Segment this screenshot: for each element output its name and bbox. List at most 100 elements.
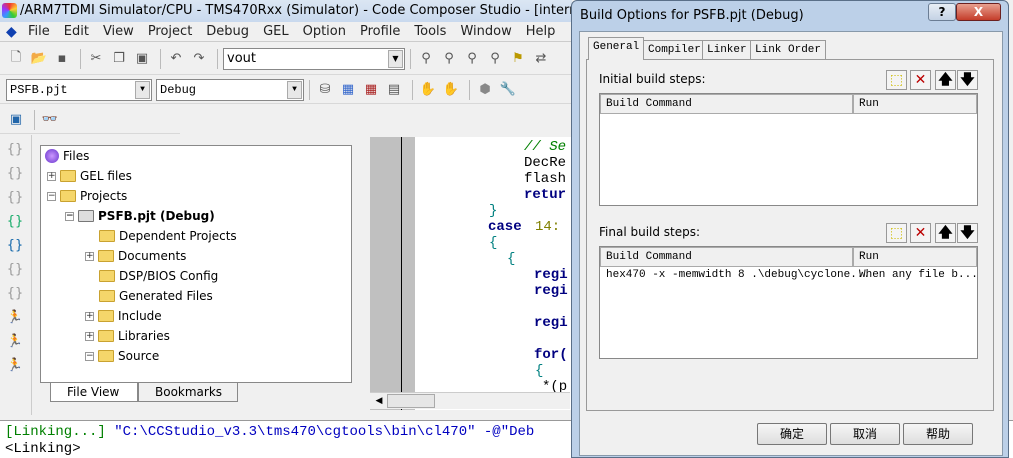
menu-help[interactable]: Help bbox=[526, 24, 556, 39]
animate-icon[interactable]: 🏃 bbox=[5, 355, 25, 375]
collapse-icon[interactable]: − bbox=[85, 351, 94, 361]
chevron-down-icon[interactable]: ▼ bbox=[135, 80, 150, 99]
build-options-icon[interactable]: 🔧 bbox=[498, 80, 518, 100]
column-header-command[interactable]: Build Command bbox=[600, 247, 853, 267]
tab-compiler[interactable]: Compiler bbox=[643, 40, 706, 59]
find-replace-icon[interactable]: ⚲ bbox=[462, 49, 482, 69]
tree-item-dspbios-config[interactable]: DSP/BIOS Config bbox=[99, 266, 218, 286]
copy-icon[interactable]: ❐ bbox=[109, 49, 129, 69]
project-select[interactable]: PSFB.pjt ▼ bbox=[6, 78, 152, 101]
delete-step-icon[interactable]: ✕ bbox=[910, 70, 931, 90]
expand-icon[interactable]: + bbox=[85, 331, 94, 341]
asm-step-into-icon[interactable]: {} bbox=[5, 259, 25, 279]
expand-icon[interactable]: + bbox=[47, 171, 56, 181]
find-prev-icon[interactable]: ⚲ bbox=[439, 49, 459, 69]
column-header-run[interactable]: Run bbox=[853, 247, 977, 267]
collapse-icon[interactable]: − bbox=[65, 211, 74, 221]
chevron-down-icon[interactable]: ▼ bbox=[287, 80, 302, 99]
asm-step-over-icon[interactable]: {} bbox=[5, 283, 25, 303]
bookmark-find-icon[interactable]: ⚑ bbox=[508, 49, 528, 69]
final-steps-list[interactable]: Build Command Run hex470 -x -memwidth 8 … bbox=[599, 246, 978, 359]
tree-item-psfb-project[interactable]: − PSFB.pjt (Debug) bbox=[65, 206, 215, 226]
help-icon[interactable]: ? bbox=[928, 3, 956, 21]
find-next-icon[interactable]: ⚲ bbox=[416, 49, 436, 69]
breakpoint-icon[interactable]: ⬢ bbox=[475, 80, 495, 100]
config-select[interactable]: Debug ▼ bbox=[156, 78, 304, 101]
compile-icon[interactable]: ⛁ bbox=[315, 80, 335, 100]
expand-icon[interactable]: + bbox=[85, 251, 94, 261]
scrollbar-thumb[interactable] bbox=[387, 394, 435, 408]
remove-breakpoint-icon[interactable]: ✋ bbox=[441, 80, 461, 100]
ccs-logo-icon[interactable]: ◆ bbox=[6, 25, 22, 39]
menu-profile[interactable]: Profile bbox=[360, 24, 400, 39]
open-folder-icon[interactable]: 📂 bbox=[29, 49, 49, 69]
menu-gel[interactable]: GEL bbox=[263, 24, 289, 39]
hand-icon[interactable]: ✋ bbox=[418, 80, 438, 100]
rebuild-all-icon[interactable]: ▦ bbox=[361, 80, 381, 100]
move-down-icon[interactable]: 🡇 bbox=[957, 70, 978, 90]
collapse-icon[interactable]: − bbox=[47, 191, 56, 201]
step-over-icon[interactable]: {} bbox=[5, 163, 25, 183]
tree-item-libraries[interactable]: + Libraries bbox=[85, 326, 170, 346]
row-run-cell[interactable]: When any file b... bbox=[859, 269, 978, 281]
tree-root[interactable]: Files bbox=[45, 146, 89, 166]
tree-item-include[interactable]: + Include bbox=[85, 306, 162, 326]
paste-icon[interactable]: ▣ bbox=[132, 49, 152, 69]
menu-tools[interactable]: Tools bbox=[414, 24, 446, 39]
tab-linker[interactable]: Linker bbox=[702, 40, 752, 59]
find-in-files-icon[interactable]: ⚲ bbox=[485, 49, 505, 69]
menu-view[interactable]: View bbox=[103, 24, 134, 39]
column-header-run[interactable]: Run bbox=[853, 94, 977, 114]
save-icon[interactable]: ▪ bbox=[52, 49, 72, 69]
stop-build-icon[interactable]: ▤ bbox=[384, 80, 404, 100]
help-button[interactable]: 帮助 bbox=[903, 423, 973, 445]
tree-item-source[interactable]: − Source bbox=[85, 346, 159, 366]
run-icon[interactable]: 🏃 bbox=[5, 307, 25, 327]
tree-item-projects[interactable]: − Projects bbox=[47, 186, 127, 206]
move-up-icon[interactable]: 🡅 bbox=[935, 223, 956, 243]
step-out-icon[interactable]: {} bbox=[5, 187, 25, 207]
new-step-icon[interactable]: ⬚ bbox=[886, 223, 907, 243]
menu-window[interactable]: Window bbox=[460, 24, 511, 39]
set-pc-icon[interactable]: {} bbox=[5, 235, 25, 255]
search-combo[interactable]: vout ▼ bbox=[223, 47, 405, 70]
move-up-icon[interactable]: 🡅 bbox=[935, 70, 956, 90]
watch-window-icon[interactable]: ▣ bbox=[6, 110, 26, 130]
menu-file[interactable]: File bbox=[28, 24, 50, 39]
move-down-icon[interactable]: 🡇 bbox=[957, 223, 978, 243]
row-command-cell[interactable]: hex470 -x -memwidth 8 .\debug\cyclone... bbox=[606, 269, 870, 281]
tree-item-gel-files[interactable]: + GEL files bbox=[47, 166, 132, 186]
expand-icon[interactable]: + bbox=[85, 311, 94, 321]
cancel-button[interactable]: 取消 bbox=[830, 423, 900, 445]
tab-file-view[interactable]: File View bbox=[50, 383, 138, 402]
tab-bookmarks[interactable]: Bookmarks bbox=[138, 383, 238, 402]
replace-icon[interactable]: ⇄ bbox=[531, 49, 551, 69]
step-into-icon[interactable]: {} bbox=[5, 139, 25, 159]
tree-item-documents[interactable]: + Documents bbox=[85, 246, 186, 266]
new-step-icon[interactable]: ⬚ bbox=[886, 70, 907, 90]
menu-option[interactable]: Option bbox=[303, 24, 346, 39]
undo-icon[interactable]: ↶ bbox=[166, 49, 186, 69]
cut-icon[interactable]: ✂ bbox=[86, 49, 106, 69]
halt-icon[interactable]: 🏃 bbox=[5, 331, 25, 351]
menu-project[interactable]: Project bbox=[148, 24, 192, 39]
tree-item-generated-files[interactable]: Generated Files bbox=[99, 286, 213, 306]
scroll-left-arrow-icon[interactable]: ◀ bbox=[372, 394, 386, 408]
tab-link-order[interactable]: Link Order bbox=[750, 40, 827, 59]
new-file-icon[interactable]: 🗋 bbox=[6, 49, 26, 69]
tab-general[interactable]: General bbox=[588, 37, 645, 60]
tree-item-dependent-projects[interactable]: Dependent Projects bbox=[99, 226, 237, 246]
code-editor[interactable]: // Se DecRe flash retur } case 14: { { r… bbox=[370, 137, 575, 410]
chevron-down-icon[interactable]: ▼ bbox=[388, 49, 403, 68]
redo-icon[interactable]: ↷ bbox=[189, 49, 209, 69]
close-icon[interactable]: X bbox=[956, 3, 1001, 21]
menu-debug[interactable]: Debug bbox=[206, 24, 249, 39]
delete-step-icon[interactable]: ✕ bbox=[910, 223, 931, 243]
menu-edit[interactable]: Edit bbox=[64, 24, 89, 39]
ok-button[interactable]: 确定 bbox=[757, 423, 827, 445]
initial-steps-list[interactable]: Build Command Run bbox=[599, 93, 978, 206]
editor-horizontal-scrollbar[interactable]: ◀ bbox=[370, 392, 570, 409]
quick-watch-glasses-icon[interactable]: 👓 bbox=[40, 110, 60, 130]
run-to-cursor-icon[interactable]: {} bbox=[5, 211, 25, 231]
incremental-build-icon[interactable]: ▦ bbox=[338, 80, 358, 100]
